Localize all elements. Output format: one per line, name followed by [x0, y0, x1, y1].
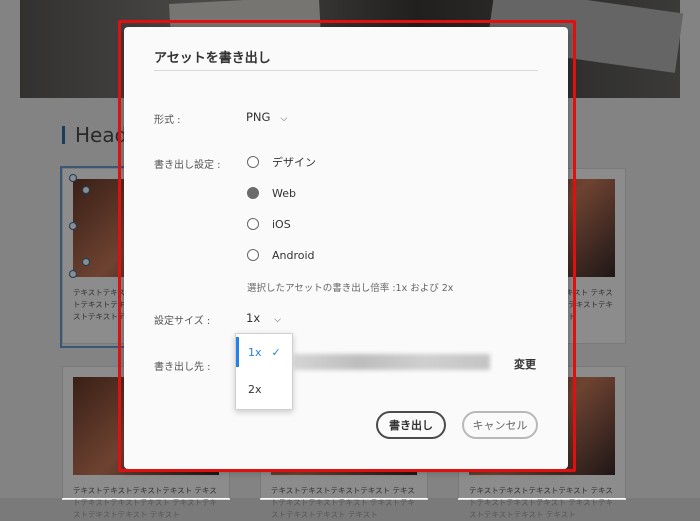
export-assets-dialog: アセットを書き出し 形式 : PNG ⌵ 書き出し設定 : デザイン Web iO…	[124, 27, 568, 469]
radio-ios[interactable]: iOS	[247, 215, 291, 233]
change-destination-button[interactable]: 変更	[514, 356, 536, 372]
format-label: 形式 :	[154, 115, 181, 126]
export-button[interactable]: 書き出し	[376, 411, 446, 439]
dialog-title: アセットを書き出し	[154, 51, 271, 66]
format-value: PNG	[246, 110, 271, 124]
size-select[interactable]: 1x ⌵	[246, 311, 281, 325]
destination-path-blurred	[294, 354, 490, 370]
format-select[interactable]: PNG ⌵	[246, 110, 287, 124]
size-label: 設定サイズ :	[154, 316, 211, 327]
size-option-label: 1x	[248, 345, 262, 359]
radio-button-icon	[247, 218, 259, 230]
radio-label: Android	[272, 248, 315, 262]
radio-android[interactable]: Android	[247, 246, 315, 264]
chevron-down-icon: ⌵	[280, 114, 288, 124]
checkmark-icon: ✓	[271, 345, 281, 359]
radio-button-selected-icon	[247, 187, 259, 199]
destination-label: 書き出し先 :	[154, 362, 211, 373]
radio-button-icon	[247, 249, 259, 261]
radio-web[interactable]: Web	[247, 184, 296, 202]
export-settings-label: 書き出し設定 :	[154, 160, 221, 171]
cancel-button[interactable]: キャンセル	[462, 411, 538, 439]
size-option-1x[interactable]: 1x ✓	[236, 337, 292, 367]
size-option-label: 2x	[248, 382, 262, 396]
radio-design[interactable]: デザイン	[247, 153, 316, 171]
chevron-down-icon: ⌵	[274, 315, 281, 325]
size-option-2x[interactable]: 2x	[236, 374, 292, 404]
title-divider	[154, 70, 538, 71]
scale-note: 選択したアセットの書き出し倍率 :1x および 2x	[247, 283, 454, 294]
size-value: 1x	[246, 311, 261, 325]
size-dropdown-menu: 1x ✓ 2x	[235, 333, 293, 410]
radio-label: Web	[272, 186, 296, 200]
radio-label: iOS	[272, 217, 291, 231]
radio-button-icon	[247, 156, 259, 168]
radio-label: デザイン	[272, 156, 316, 169]
